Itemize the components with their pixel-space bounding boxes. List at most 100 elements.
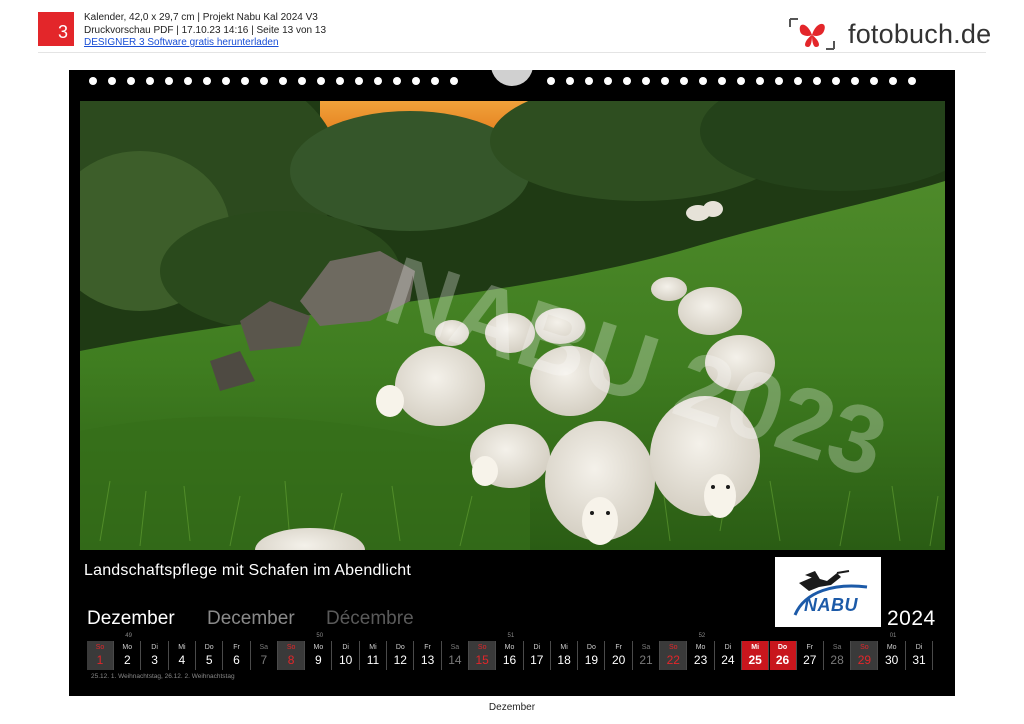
week-number: 01: [889, 633, 897, 639]
weekday-label: Sa: [641, 644, 651, 651]
week-number: 52: [698, 633, 706, 639]
weekday-label: Mo: [313, 644, 324, 651]
day-number: 18: [557, 653, 571, 667]
binding-hole: [851, 77, 859, 85]
day-cell: So 1: [87, 641, 114, 670]
document-info-line2: Druckvorschau PDF | 17.10.23 14:16 | Sei…: [84, 24, 327, 36]
day-number: 31: [912, 653, 926, 667]
binding-hole: [699, 77, 707, 85]
binding-hole: [813, 77, 821, 85]
weekday-label: Do: [395, 644, 405, 651]
binding-hole: [680, 77, 688, 85]
binding-hole: [260, 77, 268, 85]
binding-hole: [604, 77, 612, 85]
day-number: 29: [857, 653, 872, 667]
calendar-sheet: NABU 2023 Landschaftspflege mit Schafen …: [69, 70, 955, 696]
day-cell: So 22: [660, 641, 688, 670]
fotobuch-logo[interactable]: fotobuch.de: [788, 14, 991, 54]
day-number: 8: [287, 653, 295, 667]
day-cell: Sa 14: [442, 641, 469, 670]
day-cell: Sa 21: [633, 641, 660, 670]
binding-hole: [642, 77, 650, 85]
day-number: 3: [151, 653, 158, 667]
stork-icon: [793, 570, 868, 616]
binding-hole: [756, 77, 764, 85]
day-cell: Di 17: [524, 641, 551, 670]
nabu-logo-text: NABU: [804, 595, 858, 615]
day-number: 16: [502, 653, 517, 667]
week-number: 51: [507, 633, 515, 639]
binding-hole: [775, 77, 783, 85]
day-number: 30: [885, 653, 899, 667]
day-cell: Mo 16: [497, 641, 524, 670]
day-number: 1: [96, 653, 104, 667]
binding-hole: [146, 77, 154, 85]
day-cell: Fr 27: [797, 641, 824, 670]
page: 3 Kalender, 42,0 x 29,7 cm | Projekt Nab…: [0, 0, 1024, 724]
weekday-label: Do: [586, 644, 596, 651]
weekday-label: Fr: [806, 644, 814, 651]
day-cell: Fr 20: [606, 641, 633, 670]
binding-hole: [355, 77, 363, 85]
weekday-label: Di: [915, 644, 923, 651]
day-number: 28: [830, 653, 844, 667]
day-cell: Mo 30: [879, 641, 906, 670]
day-cell: Do 12: [387, 641, 415, 670]
weekday-label: Sa: [832, 644, 842, 651]
day-cell: Sa 7: [251, 641, 278, 670]
day-cell: Mo 2: [114, 641, 142, 670]
weekday-label: Mo: [886, 644, 897, 651]
download-designer-link[interactable]: DESIGNER 3 Software gratis herunterladen: [84, 37, 279, 48]
day-number: 26: [775, 653, 790, 667]
day-number: 15: [475, 653, 489, 667]
day-cell: Mi 25: [742, 641, 770, 670]
day-number: 21: [639, 653, 653, 667]
day-cell: Do 5: [196, 641, 224, 670]
weekday-label: Mi: [751, 644, 760, 651]
day-number: 25: [748, 653, 762, 667]
day-cell: Di 10: [333, 641, 360, 670]
weekday-label: Di: [342, 644, 349, 651]
day-cell: Sa 28: [824, 641, 852, 670]
day-number: 12: [393, 653, 407, 667]
weekday-label: Mo: [122, 644, 133, 651]
binding-hole: [547, 77, 555, 85]
binding-hole: [737, 77, 745, 85]
weekday-label: Di: [151, 644, 158, 651]
preview-header: 3 Kalender, 42,0 x 29,7 cm | Projekt Nab…: [0, 0, 1024, 56]
binding-hole: [127, 77, 135, 85]
binding-hole: [317, 77, 325, 85]
day-cell: So 29: [851, 641, 879, 670]
weekday-label: So: [477, 644, 487, 651]
day-number: 2: [123, 653, 131, 667]
day-cell: So 8: [278, 641, 306, 670]
day-number: 9: [315, 653, 322, 667]
photo-caption: Landschaftspflege mit Schafen im Abendli…: [84, 562, 412, 579]
day-number: 19: [584, 653, 599, 667]
day-cell: Do 26: [769, 641, 797, 670]
day-cell: Mo 9: [305, 641, 333, 670]
butterfly-icon: [788, 15, 836, 53]
holidays-note: 25.12. 1. Weihnachtstag, 26.12. 2. Weihn…: [91, 673, 235, 680]
month-name-english: December: [207, 608, 295, 629]
weekday-label: Fr: [233, 644, 240, 651]
binding-hole: [393, 77, 401, 85]
calendar-year: 2024: [887, 607, 936, 630]
binding-hole: [661, 77, 669, 85]
day-cell: Di 3: [142, 641, 169, 670]
weekday-label: Fr: [615, 644, 622, 651]
binding-hole: [298, 77, 306, 85]
day-cell: Mi 18: [551, 641, 579, 670]
binding-hole: [832, 77, 840, 85]
weekday-label: Sa: [259, 644, 269, 651]
weekday-label: Sa: [450, 644, 460, 651]
binding-hole: [184, 77, 192, 85]
binding-hole: [165, 77, 173, 85]
weekday-label: So: [860, 644, 869, 651]
binding-hole: [889, 77, 897, 85]
weekday-label: Mo: [504, 644, 515, 651]
binding-hole: [870, 77, 878, 85]
binding-hole: [794, 77, 802, 85]
week-number: 50: [316, 633, 324, 639]
day-cell: Di 31: [906, 641, 933, 670]
